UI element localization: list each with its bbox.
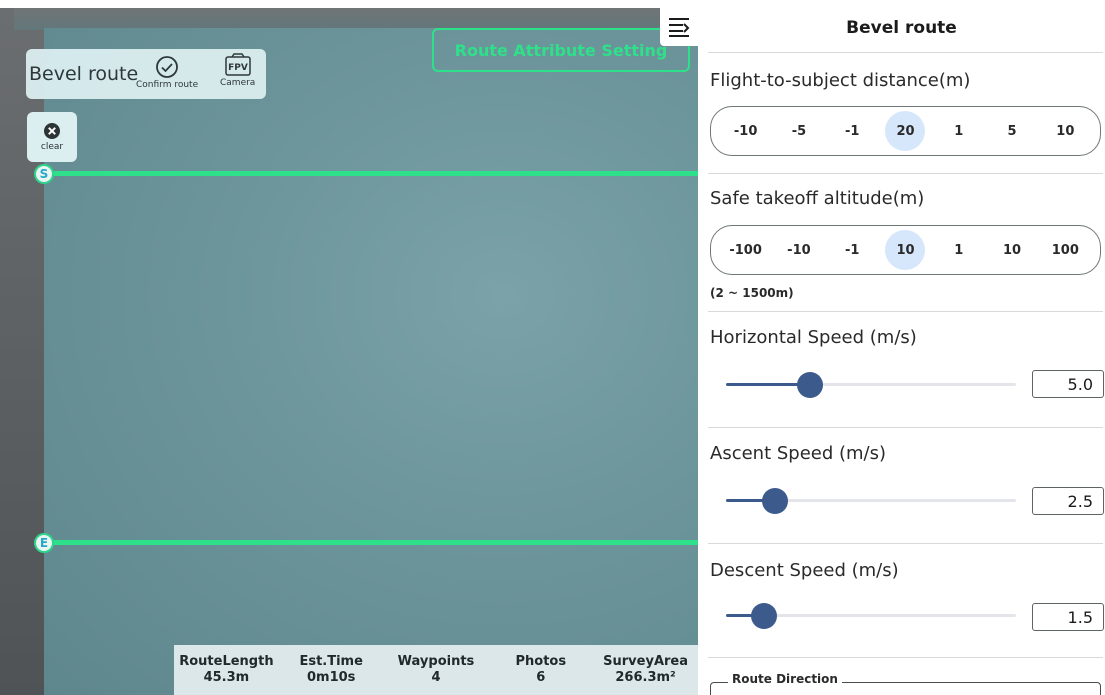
map-view[interactable]: S E Bevel route Confirm route FPV Camera — [0, 0, 698, 695]
panel-title: Bevel route — [846, 18, 957, 38]
descent-speed-label: Descent Speed (m/s) — [710, 560, 899, 581]
horizontal-speed-label: Horizontal Speed (m/s) — [710, 327, 917, 348]
route-direction-label: Route Direction — [728, 672, 842, 686]
map-ground — [44, 28, 698, 695]
map-top-strip — [0, 0, 698, 8]
camera-fpv-icon: FPV — [224, 53, 251, 76]
route-stats-bar: RouteLength 45.3m Est.Time 0m10s Waypoin… — [174, 645, 698, 695]
stat-survey-area: SurveyArea 266.3m² — [593, 645, 698, 695]
end-marker[interactable]: E — [34, 533, 54, 553]
ascent-speed-input[interactable]: 2.5 — [1032, 487, 1104, 515]
divider — [708, 543, 1103, 544]
ascent-speed-label: Ascent Speed (m/s) — [710, 443, 887, 464]
confirm-route-button[interactable]: Confirm route — [136, 55, 198, 90]
divider — [708, 657, 1103, 658]
route-header-card: Bevel route Confirm route FPV Camera — [26, 49, 266, 99]
distance-step-minus-5[interactable]: -5 — [779, 111, 819, 151]
distance-current-value[interactable]: 20 — [885, 111, 926, 151]
divider — [708, 427, 1103, 428]
stat-waypoints: Waypoints 4 — [384, 645, 489, 695]
divider — [708, 173, 1103, 174]
camera-label: Camera — [220, 78, 256, 88]
menu-collapse-icon — [669, 18, 690, 37]
check-circle-icon — [156, 56, 178, 78]
distance-label: Flight-to-subject distance(m) — [710, 70, 971, 91]
takeoff-step-plus-100[interactable]: 100 — [1045, 230, 1085, 270]
takeoff-step-minus-10[interactable]: -10 — [779, 230, 819, 270]
slider-thumb[interactable] — [762, 488, 789, 514]
horizontal-speed-input[interactable]: 5.0 — [1032, 370, 1104, 398]
stat-label: RouteLength — [179, 654, 274, 669]
stat-route-length: RouteLength 45.3m — [174, 645, 279, 695]
route-line-start — [44, 171, 698, 176]
distance-step-minus-10[interactable]: -10 — [726, 111, 766, 151]
stat-value: 4 — [431, 670, 441, 685]
stat-label: Est.Time — [299, 654, 363, 669]
takeoff-step-minus-1[interactable]: -1 — [832, 230, 872, 270]
stat-label: Waypoints — [397, 654, 475, 669]
camera-fpv-text: FPV — [228, 63, 248, 73]
map-top-band — [14, 8, 698, 30]
distance-step-plus-1[interactable]: 1 — [939, 111, 979, 151]
descent-speed-slider[interactable] — [726, 603, 1016, 629]
stat-label: SurveyArea — [603, 654, 689, 669]
route-attribute-setting-button[interactable]: Route Attribute Setting — [432, 28, 690, 72]
takeoff-altitude-label: Safe takeoff altitude(m) — [710, 188, 925, 209]
close-circle-icon — [44, 123, 60, 139]
confirm-route-label: Confirm route — [136, 80, 199, 90]
start-marker[interactable]: S — [34, 164, 54, 184]
stat-value: 266.3m² — [615, 670, 676, 685]
camera-button[interactable]: FPV Camera — [220, 53, 255, 88]
route-title: Bevel route — [29, 63, 139, 85]
stat-value: 45.3m — [203, 670, 250, 685]
stat-photos: Photos 6 — [488, 645, 593, 695]
descent-speed-input[interactable]: 1.5 — [1032, 603, 1104, 631]
divider — [708, 52, 1103, 53]
clear-label: clear — [40, 142, 64, 152]
distance-step-minus-1[interactable]: -1 — [832, 111, 872, 151]
distance-step-plus-10[interactable]: 10 — [1045, 111, 1085, 151]
ascent-speed-slider[interactable] — [726, 488, 1016, 514]
slider-thumb[interactable] — [797, 372, 824, 398]
takeoff-step-minus-100[interactable]: -100 — [726, 230, 766, 270]
route-settings-panel: Bevel route Flight-to-subject distance(m… — [698, 0, 1105, 695]
distance-step-plus-5[interactable]: 5 — [992, 111, 1032, 151]
menu-collapse-button[interactable] — [660, 8, 698, 46]
takeoff-altitude-stepper: -100 -10 -1 10 1 10 100 — [710, 225, 1101, 275]
route-line-end — [44, 540, 698, 545]
stat-label: Photos — [515, 654, 567, 669]
takeoff-range-hint: (2 ~ 1500m) — [710, 286, 794, 300]
horizontal-speed-slider[interactable] — [726, 372, 1016, 398]
takeoff-step-plus-10[interactable]: 10 — [992, 230, 1032, 270]
app-root: S E Bevel route Confirm route FPV Camera — [0, 0, 1105, 695]
takeoff-step-plus-1[interactable]: 1 — [939, 230, 979, 270]
takeoff-current-value[interactable]: 10 — [885, 230, 926, 270]
clear-button[interactable]: clear — [27, 112, 77, 162]
distance-stepper: -10 -5 -1 20 1 5 10 — [710, 106, 1101, 156]
slider-thumb[interactable] — [750, 603, 777, 629]
stat-value: 6 — [536, 670, 546, 685]
divider — [708, 311, 1103, 312]
stat-value: 0m10s — [306, 670, 356, 685]
stat-est-time: Est.Time 0m10s — [279, 645, 384, 695]
